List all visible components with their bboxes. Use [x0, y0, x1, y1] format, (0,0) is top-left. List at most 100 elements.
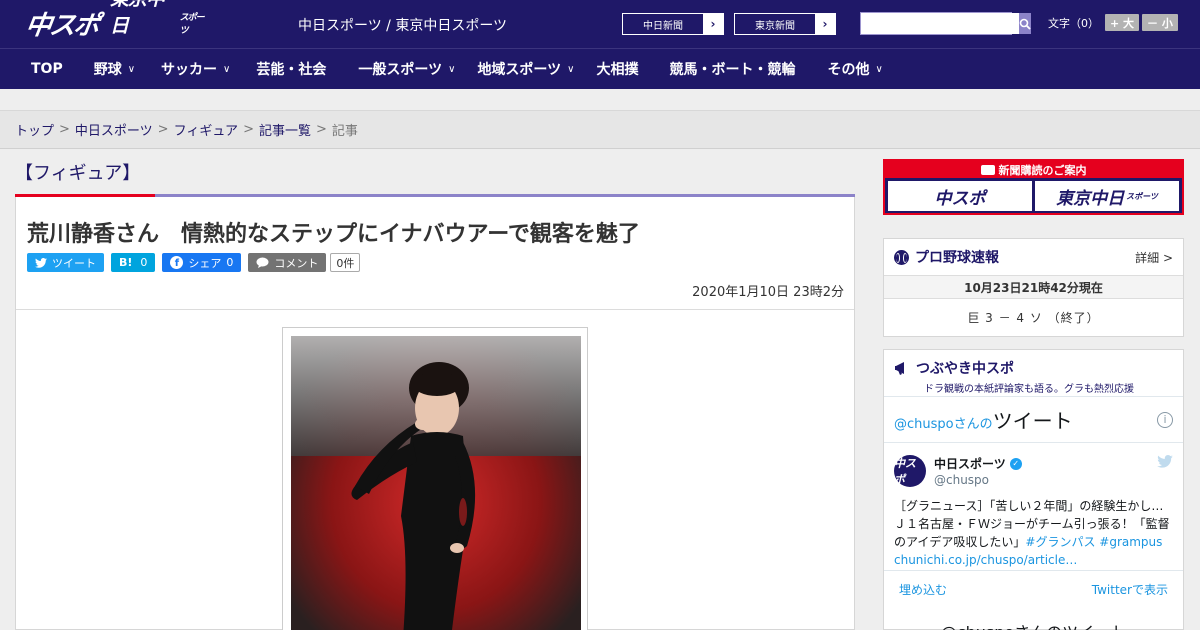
subscription-banner[interactable]: 新聞購読のご案内 中スポ 東京中日 スポーツ — [883, 159, 1184, 215]
category-heading: 【フィギュア】 — [15, 163, 141, 184]
nav-label: TOP — [31, 61, 63, 77]
tweet-text-line: ［グラニュース］「苦しい２年間」の経験生かし… — [894, 499, 1164, 513]
nav-item-general-sports[interactable]: 一般スポーツ ∨ — [358, 59, 455, 79]
tokyo-chunichi-logo-small: スポーツ — [179, 13, 205, 36]
comment-label: コメント — [274, 256, 319, 270]
tweet-text: ［グラニュース］「苦しい２年間」の経験生かし… Ｊ１名古屋・ＦＷジョーがチーム引… — [894, 497, 1174, 569]
main-content: 【フィギュア】 荒川静香さん 情熱的なステップにイナバウアーで観客を魅了 ツイー… — [15, 149, 855, 630]
font-larger-button[interactable]: + 大 — [1105, 14, 1140, 31]
facebook-share-button[interactable]: f シェア 0 — [162, 253, 242, 272]
skater-photo-illustration — [291, 336, 581, 630]
breadcrumb-article-list[interactable]: 記事一覧 — [259, 120, 311, 139]
tweet-hashtags[interactable]: #グランパス #grampus — [1025, 535, 1162, 549]
tokyo-shimbun-button[interactable]: 東京新聞 › — [734, 13, 836, 35]
next-tweets-heading: @chuspoさんのツイート — [884, 607, 1183, 630]
tweet-text-plain: のアイデア吸収したい」 — [894, 535, 1026, 549]
share-bar: ツイート B! 0 f シェア 0 コメント 0件 — [27, 253, 361, 272]
nav-item-other[interactable]: その他 ∨ — [828, 59, 883, 79]
article-body: 荒川静香さん 情熱的なステップにイナバウアーで観客を魅了 ツイート B! 0 f… — [15, 197, 855, 630]
nav-label: サッカー — [161, 62, 218, 78]
tweet-link[interactable]: chunichi.co.jp/chuspo/article… — [894, 551, 1174, 569]
breadcrumb-chunichi-sports[interactable]: 中日スポーツ — [75, 120, 153, 139]
tsubuyaki-header: つぶやき中スポ ドラ観戦の本紙評論家も語る。グラも熱烈応援 — [884, 350, 1183, 395]
main-nav: TOP 野球 ∨ サッカー ∨ 芸能・社会 一般スポーツ ∨ 地域スポーツ ∨ 大相撲 … — [0, 48, 1200, 89]
nav-label: 芸能・社会 — [256, 62, 327, 78]
twitter-embed-header: @chuspoさんのツイート i — [884, 397, 1183, 443]
search-button[interactable] — [1019, 13, 1031, 34]
breadcrumb: トップ > 中日スポーツ > フィギュア > 記事一覧 > 記事 — [0, 111, 1200, 149]
game-score[interactable]: 巨 3 － 4 ソ （終了） — [884, 299, 1183, 335]
subscription-title-text: 新聞購読のご案内 — [998, 163, 1087, 177]
tweet-author-name[interactable]: 中日スポーツ ✓ — [934, 455, 1022, 472]
chunichi-shimbun-label: 中日新聞 — [623, 14, 703, 34]
tokyo-chunichi-logo[interactable]: 東京中日スポーツ — [110, 0, 210, 38]
top-header: 中スポ 東京中日スポーツ 中日スポーツ / 東京中日スポーツ 中日新聞 › 東京… — [0, 0, 1200, 48]
twitter-embed-title[interactable]: @chuspoさんのツイート — [894, 405, 1073, 434]
nav-label: 競馬・ボート・競輪 — [669, 62, 796, 78]
chevron-down-icon: ∨ — [567, 63, 575, 75]
facebook-icon: f — [170, 256, 184, 269]
search-icon — [1019, 18, 1031, 30]
search-box — [860, 12, 1031, 35]
subscription-options: 中スポ 東京中日 スポーツ — [885, 178, 1182, 211]
tokyo-shimbun-label: 東京新聞 — [735, 14, 815, 34]
twitter-embed-footer: 埋め込む Twitterで表示 — [884, 571, 1183, 607]
nav-item-top[interactable]: TOP — [31, 61, 63, 77]
nav-item-racing[interactable]: 競馬・ボート・競輪 — [670, 59, 796, 79]
nav-label: その他 — [827, 62, 870, 78]
chevron-down-icon: ∨ — [127, 63, 136, 75]
nav-item-regional-sports[interactable]: 地域スポーツ ∨ — [477, 59, 574, 79]
font-size-label: 文字（0） — [1048, 16, 1099, 30]
sidebar: 新聞購読のご案内 中スポ 東京中日 スポーツ プロ野球速報 詳細 > 10月23日… — [883, 149, 1184, 630]
nav-item-soccer[interactable]: サッカー ∨ — [161, 59, 230, 79]
tweet-author-name-text: 中日スポーツ — [934, 457, 1006, 471]
nav-item-baseball[interactable]: 野球 ∨ — [94, 59, 135, 79]
facebook-count: 0 — [226, 256, 234, 269]
baseball-panel-header: プロ野球速報 詳細 > — [884, 239, 1183, 275]
breadcrumb-separator: > — [243, 122, 254, 137]
breadcrumb-figure[interactable]: フィギュア — [174, 120, 238, 139]
hatena-bookmark-button[interactable]: B! 0 — [111, 253, 156, 272]
nav-item-entertainment[interactable]: 芸能・社会 — [256, 59, 326, 79]
tweet-card[interactable]: 中スポ 中日スポーツ ✓ @chuspo ［グラニュース］「苦しい２年間」の経験… — [884, 443, 1183, 571]
baseball-scores-panel: プロ野球速報 詳細 > 10月23日21時42分現在 巨 3 － 4 ソ （終了… — [883, 238, 1184, 337]
nav-label: 一般スポーツ — [358, 62, 443, 78]
chevron-down-icon: ∨ — [223, 63, 231, 75]
nav-label: 大相撲 — [596, 62, 639, 78]
embed-link[interactable]: 埋め込む — [899, 581, 947, 598]
verified-icon: ✓ — [1009, 457, 1022, 470]
score-timestamp: 10月23日21時42分現在 — [884, 275, 1183, 299]
twitter-bird-icon[interactable] — [1157, 455, 1173, 472]
tweet-button[interactable]: ツイート — [27, 253, 104, 272]
tweet-author-handle[interactable]: @chuspo — [934, 473, 989, 487]
hatena-icon: B! — [119, 256, 133, 269]
comment-button[interactable]: コメント — [248, 253, 327, 272]
twitter-handle-link: @chuspoさんの — [894, 417, 993, 432]
twitter-icon — [35, 257, 47, 268]
view-on-twitter-link[interactable]: Twitterで表示 — [1092, 581, 1168, 598]
tsubuyaki-subtitle: ドラ観戦の本紙評論家も語る。グラも熱烈応援 — [924, 384, 1134, 395]
chuspo-logo[interactable]: 中スポ — [22, 6, 103, 41]
info-icon[interactable]: i — [1157, 411, 1173, 428]
subscribe-chuspo[interactable]: 中スポ — [888, 181, 1032, 211]
tokyo-chunichi-logo-text: 東京中日 — [110, 0, 165, 37]
breadcrumb-top[interactable]: トップ — [15, 120, 54, 139]
tweet-text-line: のアイデア吸収したい」#グランパス #grampus — [894, 533, 1174, 551]
font-smaller-button[interactable]: － 小 — [1142, 14, 1178, 31]
twitter-icon — [1157, 455, 1173, 468]
baseball-panel-title-text: プロ野球速報 — [915, 250, 999, 266]
chunichi-shimbun-button[interactable]: 中日新聞 › — [622, 13, 724, 35]
article-date: 2020年1月10日 23時2分 — [692, 285, 844, 300]
nav-item-sumo[interactable]: 大相撲 — [597, 59, 639, 79]
article-headline: 荒川静香さん 情熱的なステップにイナバウアーで観客を魅了 — [27, 222, 640, 247]
article-photo[interactable] — [291, 336, 581, 630]
subscribe-tokyo-chunichi[interactable]: 東京中日 スポーツ — [1035, 181, 1179, 211]
avatar[interactable]: 中スポ — [894, 455, 926, 487]
breadcrumb-separator: > — [59, 122, 70, 137]
search-input[interactable] — [861, 13, 1019, 34]
site-links[interactable]: 中日スポーツ / 東京中日スポーツ — [298, 15, 507, 35]
baseball-detail-link[interactable]: 詳細 > — [1135, 249, 1173, 266]
facebook-share-label: シェア — [188, 256, 222, 270]
comment-icon — [256, 257, 269, 268]
breadcrumb-current: 記事 — [331, 124, 358, 139]
